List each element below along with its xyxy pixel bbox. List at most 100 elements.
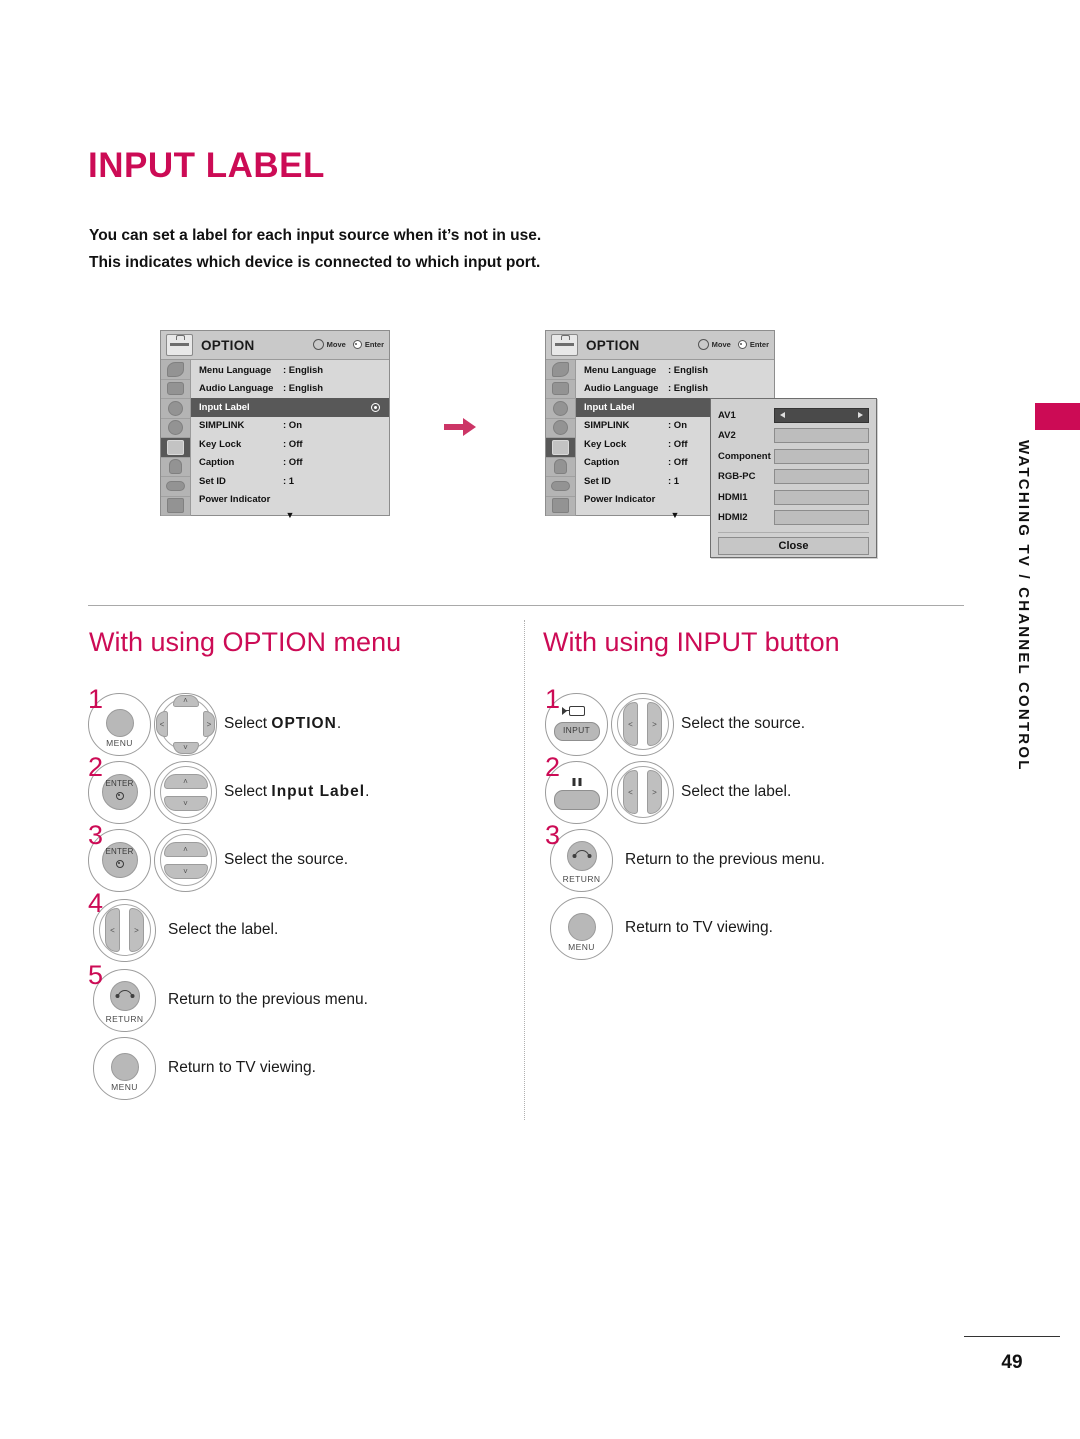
step-text-bold: Input Label [271, 783, 366, 800]
osd-body: Menu Language : English Audio Language :… [161, 360, 389, 520]
nav-leftright-button[interactable]: ˂ ˃ [611, 692, 674, 756]
page-title: INPUT LABEL [88, 146, 325, 185]
osd-row-value: : English [283, 383, 324, 395]
popup-label-field-rgb-pc[interactable] [774, 469, 869, 485]
enter-ring-icon [115, 791, 124, 800]
osd-row-set-id[interactable]: Set ID : 1 [191, 472, 389, 491]
step-text-suffix: . [336, 715, 342, 732]
rail-item-option-icon[interactable] [546, 438, 575, 458]
osd-row-audio-language[interactable]: Audio Language : English [576, 380, 774, 399]
popup-label-field-component[interactable] [774, 448, 869, 464]
osd-row-value: : 1 [283, 475, 295, 487]
rail-item-input-icon[interactable] [161, 497, 190, 516]
osd-row-label: Audio Language [584, 383, 659, 395]
return-arrow-icon [115, 989, 134, 998]
osd-row-value: : On [668, 420, 687, 432]
osd-row-value: : On [283, 420, 302, 432]
rail-item-lock-icon[interactable] [161, 458, 190, 477]
popup-label-field-hdmi1[interactable] [774, 489, 869, 505]
popup-label-field-av2[interactable] [774, 428, 869, 444]
nav-right-icon[interactable]: ˃ [647, 770, 662, 814]
rail-item-screen-icon[interactable] [546, 380, 575, 399]
osd-row-simplink[interactable]: SIMPLINK : On [191, 417, 389, 436]
popup-row-av1[interactable]: AV1 [718, 405, 869, 426]
nav-down-icon[interactable]: ˅ [163, 863, 208, 879]
osd-row-caption[interactable]: Caption : Off [191, 454, 389, 473]
section-heading-input-button: With using INPUT button [543, 627, 840, 657]
nav-left-icon[interactable]: ˂ [623, 702, 638, 746]
nav-right-icon[interactable]: ˃ [647, 702, 662, 746]
step-row: 1 INPUT ˂ ˃ Select the source. [545, 686, 965, 758]
left-arrow-icon[interactable] [780, 412, 785, 419]
rail-item-option-icon[interactable] [161, 438, 190, 458]
popup-source-label: Component [718, 450, 771, 462]
nav-left-icon[interactable]: ˂ [156, 711, 168, 737]
nav-leftright-button[interactable]: ˂ ˃ [611, 760, 674, 824]
nav-right-icon[interactable]: ˃ [203, 711, 215, 737]
nav-4way-button[interactable]: ˄ ˅ ˂ ˃ [154, 692, 217, 756]
nav-left-icon[interactable]: ˂ [105, 908, 120, 952]
nav-up-icon[interactable]: ˄ [163, 841, 208, 857]
nav-down-icon[interactable]: ˅ [172, 741, 199, 754]
nav-updown-button[interactable]: ˄ ˅ [154, 828, 217, 892]
nav-up-icon[interactable]: ˄ [172, 694, 199, 707]
rail-item-time-icon[interactable] [546, 419, 575, 438]
osd-row-value: : English [668, 383, 709, 395]
osd-row-power-indicator[interactable]: Power Indicator [191, 491, 389, 510]
close-button[interactable]: Close [718, 537, 869, 555]
rail-item-screen-icon[interactable] [161, 380, 190, 399]
osd-row-label: Input Label [199, 401, 250, 413]
step-number: 2 [545, 752, 561, 782]
popup-row-component[interactable]: Component [718, 446, 869, 467]
osd-hints: Move Enter [312, 339, 384, 350]
popup-row-av2[interactable]: AV2 [718, 426, 869, 447]
rail-item-picture-icon[interactable] [161, 360, 190, 380]
osd-row-audio-language[interactable]: Audio Language : English [191, 380, 389, 399]
step-row: 1 MENU ˄ ˅ ˂ ˃ Select OPTION. [88, 686, 518, 758]
osd-row-label: Set ID [199, 475, 226, 487]
osd-row-menu-language[interactable]: Menu Language : English [576, 361, 774, 380]
return-button-caption: RETURN [105, 1013, 144, 1024]
nav-left-icon[interactable]: ˂ [623, 770, 638, 814]
osd-row-value: : 1 [668, 475, 680, 487]
osd-row-menu-language[interactable]: Menu Language : English [191, 361, 389, 380]
osd-category-rail[interactable] [546, 360, 576, 516]
step-number: 2 [88, 752, 104, 782]
rail-item-audio-icon[interactable] [546, 399, 575, 419]
osd-row-input-label[interactable]: Input Label [191, 398, 389, 417]
rail-item-audio-icon[interactable] [161, 399, 190, 419]
nav-updown-button[interactable]: ˄ ˅ [154, 760, 217, 824]
section-divider [88, 605, 964, 606]
step-description: Return to TV viewing. [625, 919, 773, 936]
input-label-popup: AV1 AV2 Component RGB-PC HDMI1 HDMI2 Clo… [710, 398, 877, 558]
nav-down-icon[interactable]: ˅ [163, 795, 208, 811]
menu-button[interactable]: MENU [93, 1036, 156, 1100]
return-arrow-icon [572, 849, 591, 858]
step-number: 4 [88, 888, 104, 918]
flow-arrow-icon [444, 418, 476, 436]
rail-item-input-icon[interactable] [546, 497, 575, 516]
osd-category-rail[interactable] [161, 360, 191, 516]
osd-scroll-down-icon[interactable]: ▼ [191, 510, 389, 520]
popup-row-hdmi1[interactable]: HDMI1 [718, 487, 869, 508]
chapter-tab-label: WATCHING TV / CHANNEL CONTROL [1015, 440, 1032, 772]
rail-item-time-icon[interactable] [161, 419, 190, 438]
nav-up-icon[interactable]: ˄ [163, 773, 208, 789]
rail-item-usb-icon[interactable] [546, 477, 575, 497]
popup-label-field-av1[interactable] [774, 407, 869, 423]
popup-row-hdmi2[interactable]: HDMI2 [718, 508, 869, 529]
menu-button[interactable]: MENU [550, 896, 613, 960]
right-arrow-icon[interactable] [858, 412, 863, 419]
hint-move: Move [312, 339, 346, 350]
nav-right-icon[interactable]: ˃ [129, 908, 144, 952]
rail-item-usb-icon[interactable] [161, 477, 190, 497]
popup-label-field-hdmi2[interactable] [774, 510, 869, 526]
step-row: 4 ˂ ˃ Select the label. [88, 890, 518, 966]
step-text-prefix: Select [224, 783, 272, 800]
rail-item-picture-icon[interactable] [546, 360, 575, 380]
osd-row-key-lock[interactable]: Key Lock : Off [191, 435, 389, 454]
popup-divider [718, 532, 869, 533]
popup-row-rgb-pc[interactable]: RGB-PC [718, 467, 869, 488]
rail-item-lock-icon[interactable] [546, 458, 575, 477]
option-briefcase-icon [166, 334, 193, 356]
